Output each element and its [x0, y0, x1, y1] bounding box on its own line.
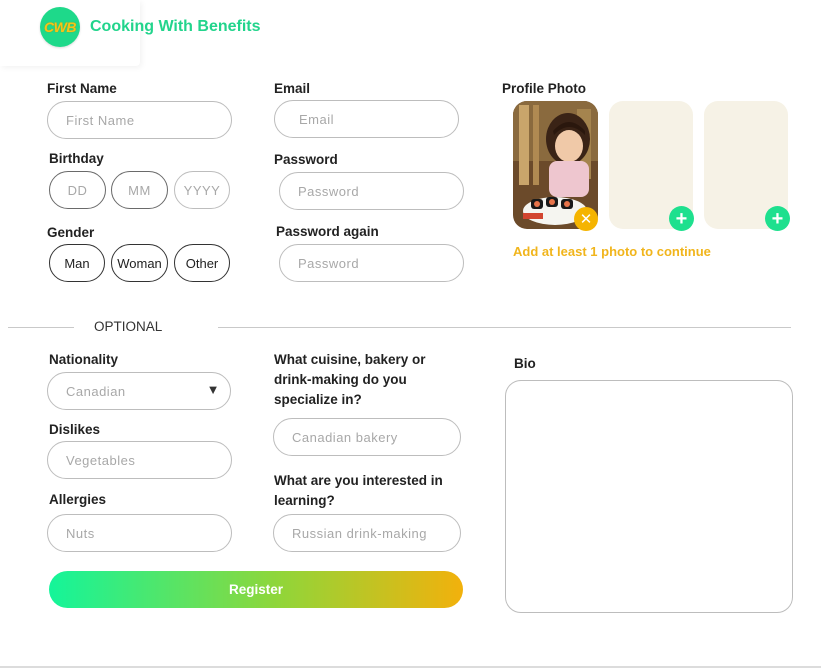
dislikes-field[interactable]: Vegetables	[47, 441, 232, 479]
bio-textarea[interactable]	[505, 380, 793, 613]
email-field[interactable]: Email	[274, 100, 459, 138]
password-label: Password	[274, 152, 338, 167]
nationality-value: Canadian	[66, 383, 126, 399]
birthday-month-field[interactable]: MM	[111, 171, 168, 209]
photo-hint: Add at least 1 photo to continue	[513, 244, 711, 259]
dislikes-label: Dislikes	[49, 422, 101, 437]
gender-man-button[interactable]: Man	[49, 244, 105, 282]
specialty-field[interactable]: Canadian bakery	[273, 418, 461, 456]
plus-icon: +	[675, 207, 688, 230]
nationality-select[interactable]: Canadian ▼	[47, 372, 231, 410]
plus-icon: +	[771, 207, 784, 230]
nationality-label: Nationality	[49, 352, 119, 367]
profile-photo-label: Profile Photo	[502, 81, 586, 96]
first-name-label: First Name	[47, 81, 117, 96]
email-label: Email	[274, 81, 311, 96]
dropdown-arrow-icon: ▼	[206, 382, 220, 397]
password-again-label: Password again	[276, 224, 379, 239]
gender-other-button[interactable]: Other	[174, 244, 230, 282]
birthday-year-field[interactable]: YYYY	[174, 171, 230, 209]
allergies-field[interactable]: Nuts	[47, 514, 232, 552]
add-photo-button-2[interactable]: +	[669, 206, 694, 231]
password-field[interactable]: Password	[279, 172, 464, 210]
close-icon: ✕	[579, 211, 593, 228]
password-again-field[interactable]: Password	[279, 244, 464, 282]
gender-label: Gender	[47, 225, 95, 240]
gender-woman-button[interactable]: Woman	[111, 244, 168, 282]
brand-name: Cooking With Benefits	[90, 18, 261, 35]
add-photo-button-3[interactable]: +	[765, 206, 790, 231]
divider-right	[218, 327, 791, 328]
first-name-field[interactable]: First Name	[47, 101, 232, 139]
birthday-label: Birthday	[49, 151, 104, 166]
specialty-label: What cuisine, bakery or drink-making do …	[274, 352, 426, 407]
remove-photo-button[interactable]: ✕	[574, 207, 598, 231]
optional-heading: OPTIONAL	[94, 319, 163, 334]
learning-label: What are you interested in learning?	[274, 473, 443, 508]
logo-text: CWB	[44, 19, 76, 35]
bio-label: Bio	[514, 356, 536, 371]
divider-left	[8, 327, 74, 328]
register-button[interactable]: Register	[49, 571, 463, 608]
birthday-day-field[interactable]: DD	[49, 171, 106, 209]
logo: CWB	[40, 7, 80, 47]
learning-field[interactable]: Russian drink-making	[273, 514, 461, 552]
allergies-label: Allergies	[49, 492, 107, 507]
